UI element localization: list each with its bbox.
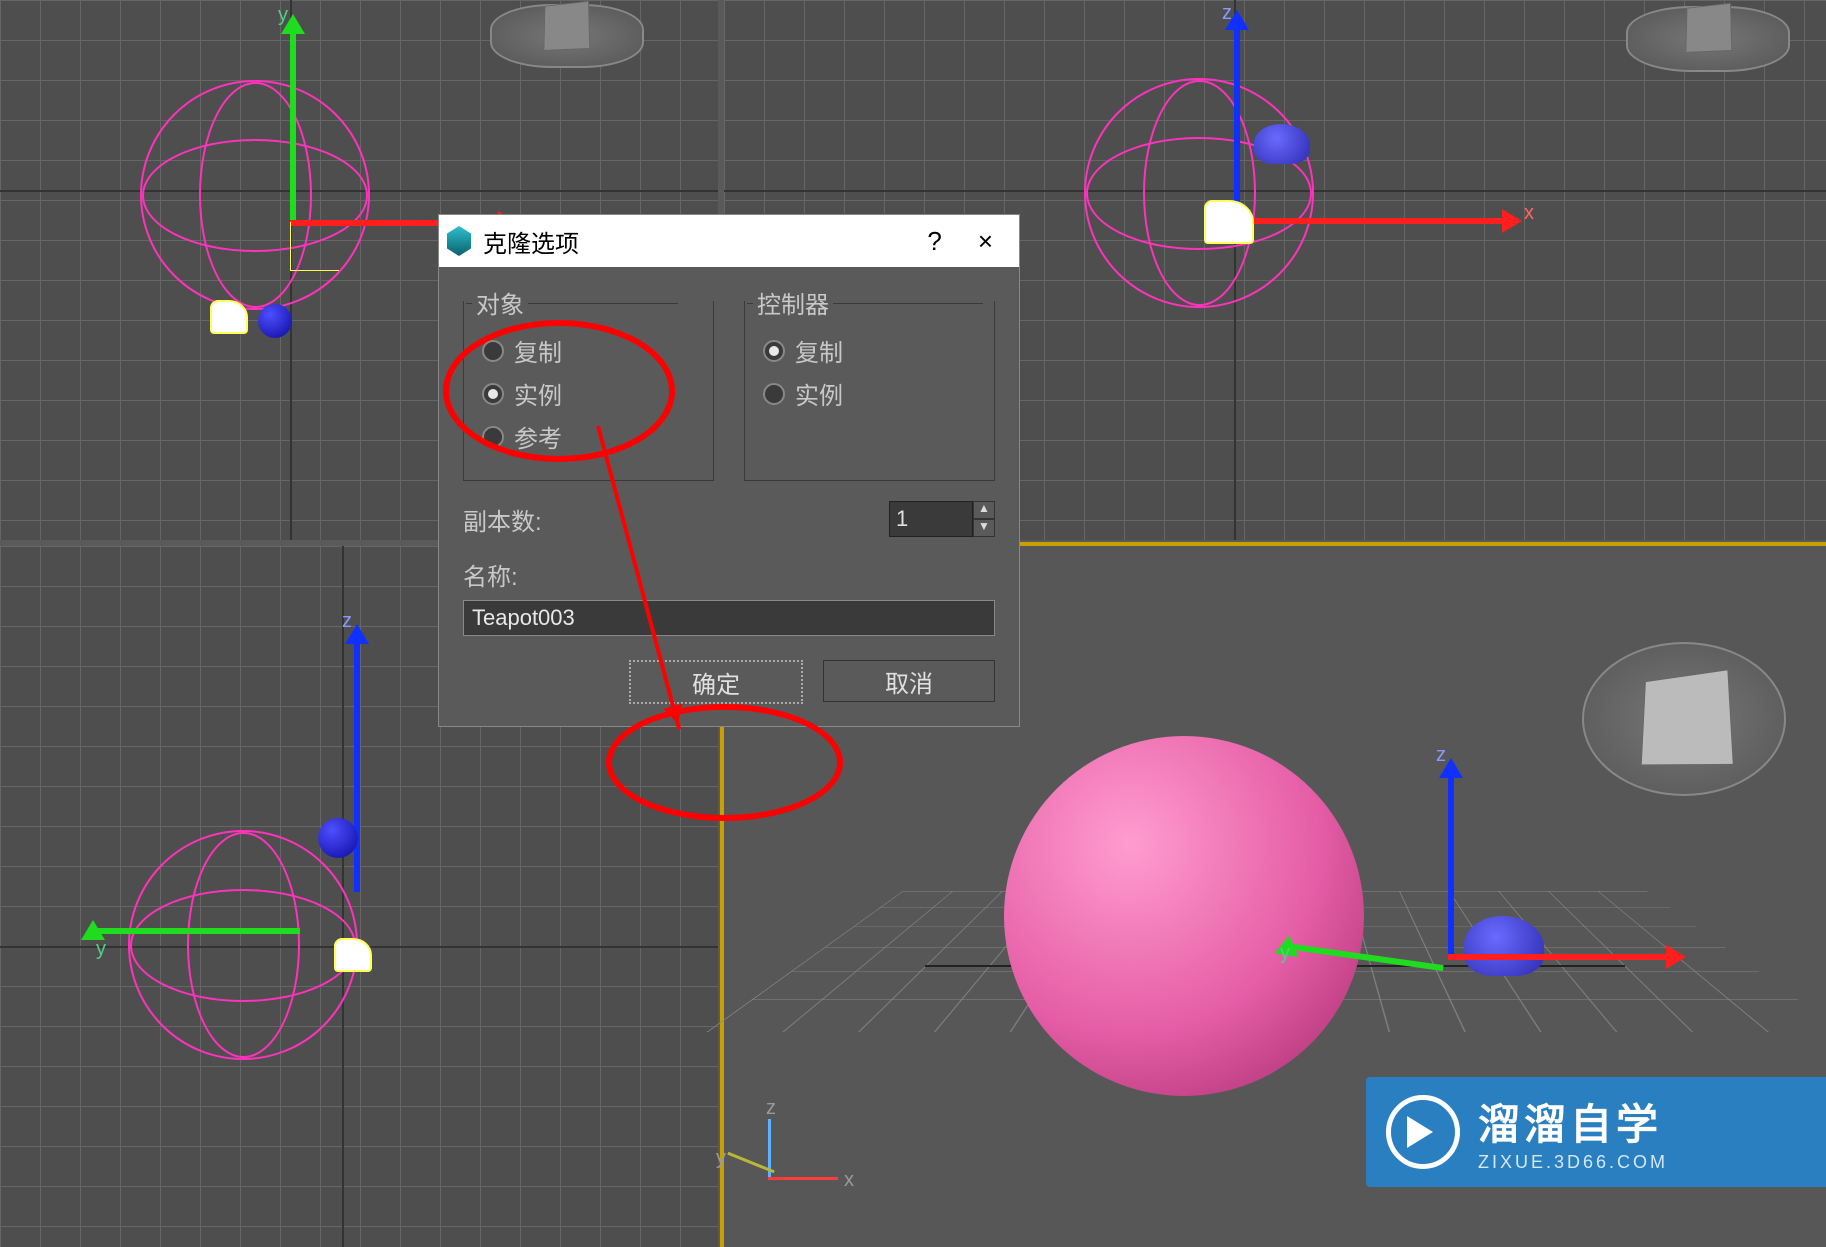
gizmo-z-axis[interactable]	[354, 632, 360, 892]
spinner-up-icon[interactable]: ▲	[973, 501, 995, 519]
clone-options-dialog: 克隆选项 ? × 对象 复制 实例 参考 控制器 复制 实例 副本数: ▲	[438, 214, 1020, 727]
gizmo-z-axis[interactable]	[1234, 18, 1240, 218]
dialog-body: 对象 复制 实例 参考 控制器 复制 实例 副本数: ▲ ▼ 名称:	[439, 267, 1019, 726]
object-teapot-selected[interactable]	[334, 938, 372, 972]
close-button[interactable]: ×	[960, 226, 1011, 257]
group-object: 对象 复制 实例 参考	[463, 301, 714, 481]
axis-label-z: z	[1436, 744, 1446, 767]
gizmo-x-axis[interactable]	[1234, 218, 1514, 224]
object-sphere-wire[interactable]	[128, 830, 358, 1060]
axis-label-y: y	[278, 4, 288, 27]
object-teapot[interactable]	[210, 300, 248, 334]
axis-label-x: x	[1524, 202, 1534, 225]
radio-controller-instance[interactable]: 实例	[763, 376, 976, 411]
name-label: 名称:	[463, 557, 553, 592]
viewcube-ring[interactable]	[1582, 642, 1786, 796]
object-teapot-blue[interactable]	[258, 304, 292, 338]
axis-label-z: z	[342, 610, 352, 633]
play-icon	[1386, 1095, 1460, 1169]
object-teapot-selected[interactable]	[1204, 200, 1254, 244]
copies-input[interactable]	[889, 501, 973, 537]
copies-spinner[interactable]: ▲ ▼	[889, 501, 995, 537]
viewcube-ring[interactable]	[1626, 6, 1790, 72]
cancel-button[interactable]: 取消	[823, 660, 995, 702]
spinner-down-icon[interactable]: ▼	[973, 519, 995, 537]
gizmo-y-axis[interactable]	[290, 22, 296, 222]
axis-label-x: x	[844, 1169, 854, 1192]
name-input[interactable]	[463, 600, 995, 636]
axis-label-z: z	[1222, 2, 1232, 25]
object-sphere-wire[interactable]	[140, 80, 370, 310]
gizmo-y-axis[interactable]	[90, 928, 300, 934]
radio-object-reference[interactable]: 参考	[482, 419, 695, 454]
app-icon	[447, 226, 471, 256]
object-teapot-blue[interactable]	[1254, 124, 1310, 164]
radio-object-copy[interactable]: 复制	[482, 333, 695, 368]
object-sphere-shaded[interactable]	[1004, 736, 1364, 1096]
gizmo-plane-handle[interactable]	[290, 222, 339, 271]
copies-label: 副本数:	[463, 502, 553, 537]
group-object-title: 对象	[472, 285, 528, 320]
help-button[interactable]: ?	[909, 226, 959, 257]
object-teapot-blue[interactable]	[1464, 916, 1544, 976]
group-controller: 控制器 复制 实例	[744, 301, 995, 481]
axis-label-y: y	[716, 1147, 726, 1170]
viewcube-ring[interactable]	[490, 4, 644, 68]
axis-label-y: y	[1280, 942, 1290, 965]
watermark-title: 溜溜自学	[1478, 1091, 1668, 1152]
ok-button[interactable]: 确定	[629, 660, 803, 704]
object-teapot-blue[interactable]	[318, 818, 358, 858]
axis-label-y: y	[96, 938, 106, 961]
viewcube[interactable]	[1685, 3, 1732, 53]
radio-controller-copy[interactable]: 复制	[763, 333, 976, 368]
viewcube[interactable]	[1641, 669, 1734, 765]
object-sphere-wire[interactable]	[1084, 78, 1314, 308]
dialog-title-text: 克隆选项	[483, 224, 579, 259]
viewcube[interactable]	[543, 1, 590, 51]
group-controller-title: 控制器	[753, 285, 833, 320]
watermark: 溜溜自学 ZIXUE.3D66.COM	[1366, 1077, 1826, 1187]
axis-label-z: z	[766, 1097, 776, 1120]
gizmo-z-axis[interactable]	[1448, 766, 1454, 956]
dialog-titlebar[interactable]: 克隆选项 ? ×	[439, 215, 1019, 267]
radio-object-instance[interactable]: 实例	[482, 376, 695, 411]
watermark-subtitle: ZIXUE.3D66.COM	[1478, 1152, 1668, 1173]
gizmo-x-axis[interactable]	[1448, 954, 1678, 960]
